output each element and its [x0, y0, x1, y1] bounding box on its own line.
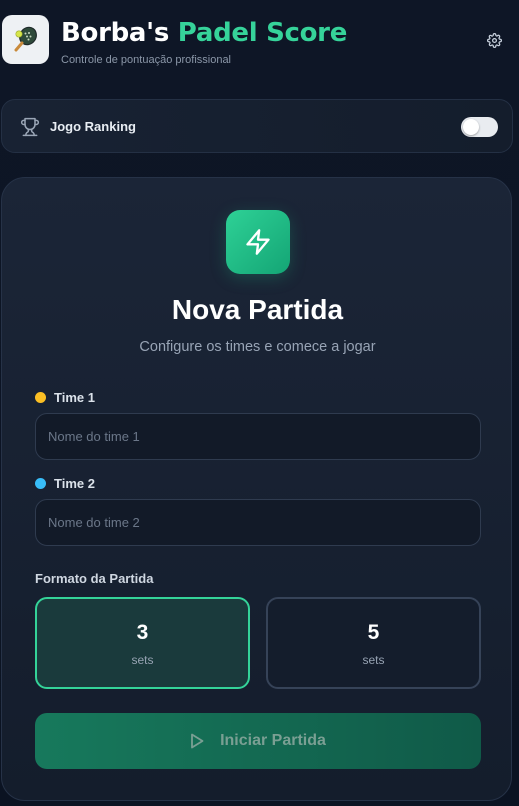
toggle-knob: [463, 119, 479, 135]
team2-name-input[interactable]: [35, 499, 481, 546]
app-header: Borba's Padel Score Controle de pontuaçã…: [0, 0, 519, 84]
format-label: Formato da Partida: [35, 571, 154, 586]
app-title-accent: Padel Score: [177, 18, 348, 48]
format-option-3-sets[interactable]: 3 sets: [35, 597, 250, 689]
card-subtitle: Configure os times e comece a jogar: [139, 339, 376, 355]
lightning-bolt-icon: [226, 210, 290, 274]
start-match-label: Iniciar Partida: [220, 732, 326, 749]
format-option-value: 3: [136, 620, 149, 644]
start-match-button[interactable]: Iniciar Partida: [35, 713, 481, 769]
format-option-value: 5: [367, 620, 380, 644]
team1-name-input[interactable]: [35, 413, 481, 460]
team1-label: Time 1: [35, 390, 95, 405]
settings-button[interactable]: [484, 30, 504, 50]
ranking-label: Jogo Ranking: [50, 119, 136, 134]
team2-label: Time 2: [35, 476, 95, 491]
team2-color-dot: [35, 478, 46, 489]
gear-icon: [486, 32, 502, 48]
ranking-toggle[interactable]: [461, 117, 498, 137]
card-title: Nova Partida: [171, 294, 344, 325]
trophy-icon: [20, 117, 40, 137]
format-option-5-sets[interactable]: 5 sets: [266, 597, 481, 689]
ranking-bar: Jogo Ranking: [1, 99, 513, 153]
app-title-main: Borba's: [61, 18, 169, 48]
format-option-unit: sets: [362, 652, 385, 667]
format-option-unit: sets: [131, 652, 154, 667]
new-match-card: Nova Partida Configure os times e comece…: [1, 177, 512, 801]
app-subtitle: Controle de pontuação profissional: [61, 54, 232, 66]
padel-racket-icon: [2, 15, 49, 64]
team2-label-text: Time 2: [54, 476, 95, 491]
team1-label-text: Time 1: [54, 390, 95, 405]
play-icon: [191, 733, 204, 749]
team1-color-dot: [35, 392, 46, 403]
app-title: Borba's Padel Score: [61, 15, 347, 51]
